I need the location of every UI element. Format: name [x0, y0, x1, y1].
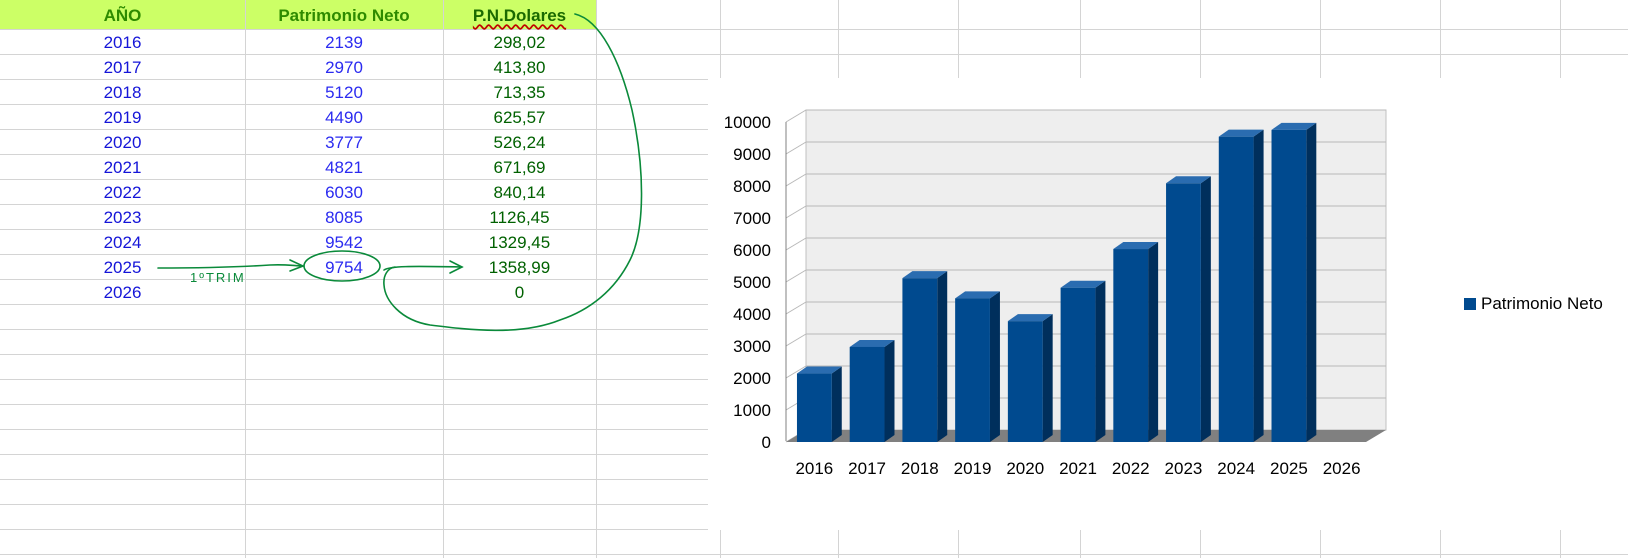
loop-to-header: [383, 13, 643, 332]
trim-annotation: 1ºTRIM: [190, 270, 246, 285]
circle-9754: [303, 250, 381, 282]
arrow-to-patrimonio: [157, 263, 304, 269]
handwritten-annotations: 1ºTRIM: [157, 13, 643, 332]
